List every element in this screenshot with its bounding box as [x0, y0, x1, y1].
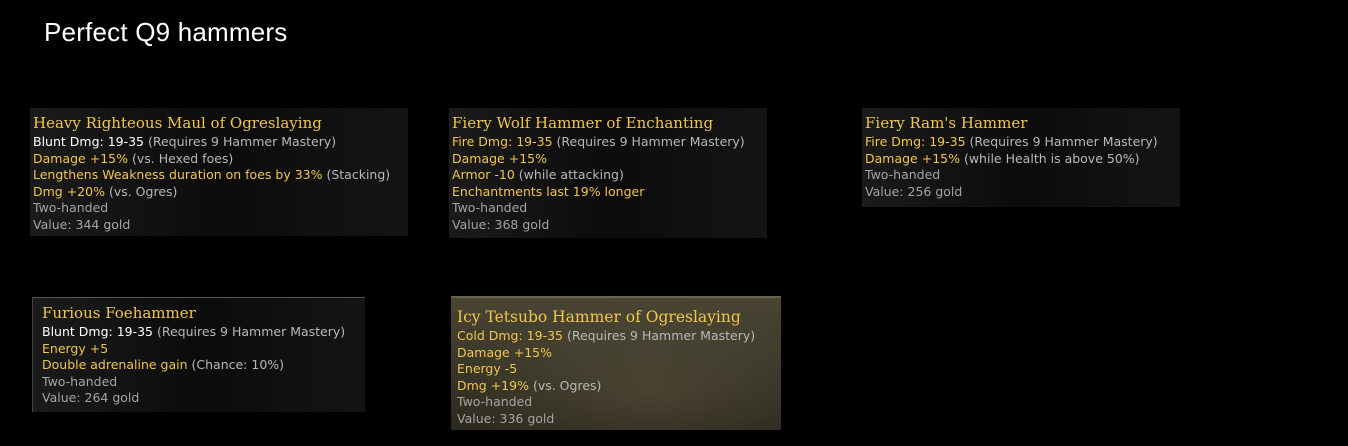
item-name: Heavy Righteous Maul of Ogreslaying	[33, 114, 322, 132]
item-tooltip-fiery-rams-hammer: Fiery Ram's Hammer Fire Dmg: 19-35 (Requ…	[862, 108, 1180, 207]
item-name: Fiery Ram's Hammer	[865, 114, 1028, 132]
handedness-line: Two-handed	[452, 200, 528, 216]
handedness-line: Two-handed	[865, 167, 941, 183]
item-tooltip-fiery-wolf-hammer: Fiery Wolf Hammer of Enchanting Fire Dmg…	[449, 108, 767, 238]
value-line: Value: 336 gold	[457, 410, 555, 426]
item-tooltip-heavy-righteous-maul: Heavy Righteous Maul of Ogreslaying Blun…	[30, 108, 408, 236]
stat-line: Damage +15% (vs. Hexed foes)	[33, 150, 234, 166]
stat-line: Enchantments last 19% longer	[452, 183, 645, 199]
value-line: Value: 368 gold	[452, 216, 550, 232]
handedness-line: Two-handed	[457, 394, 533, 410]
stat-line: Damage +15%	[452, 150, 547, 166]
item-tooltip-furious-foehammer: Furious Foehammer Blunt Dmg: 19-35 (Requ…	[32, 297, 365, 412]
stat-line: Fire Dmg: 19-35 (Requires 9 Hammer Maste…	[865, 134, 1158, 149]
value-line: Value: 344 gold	[33, 216, 131, 232]
stat-line: Dmg +20% (vs. Ogres)	[33, 183, 178, 199]
stat-line: Energy -5	[457, 361, 518, 377]
stat-line: Blunt Dmg: 19-35 (Requires 9 Hammer Mast…	[33, 134, 337, 149]
stat-line: Cold Dmg: 19-35 (Requires 9 Hammer Maste…	[457, 328, 756, 343]
handedness-line: Two-handed	[33, 200, 109, 216]
item-tooltip-icy-tetsubo-hammer: Icy Tetsubo Hammer of Ogreslaying Cold D…	[451, 296, 781, 430]
item-name: Furious Foehammer	[42, 304, 196, 322]
stat-line: Blunt Dmg: 19-35 (Requires 9 Hammer Mast…	[42, 324, 346, 339]
item-name: Icy Tetsubo Hammer of Ogreslaying	[457, 308, 741, 326]
stat-line: Lengthens Weakness duration on foes by 3…	[33, 167, 391, 183]
page-title: Perfect Q9 hammers	[44, 17, 288, 47]
item-name: Fiery Wolf Hammer of Enchanting	[452, 114, 714, 132]
stat-line: Double adrenaline gain (Chance: 10%)	[42, 357, 285, 373]
stat-line: Dmg +19% (vs. Ogres)	[457, 377, 602, 393]
stat-line: Damage +15% (while Health is above 50%)	[865, 150, 1140, 166]
value-line: Value: 256 gold	[865, 183, 963, 199]
stat-line: Energy +5	[42, 340, 109, 356]
stat-line: Damage +15%	[457, 344, 552, 360]
value-line: Value: 264 gold	[42, 390, 140, 406]
handedness-line: Two-handed	[42, 373, 118, 389]
stat-line: Fire Dmg: 19-35 (Requires 9 Hammer Maste…	[452, 134, 745, 149]
stat-line: Armor -10 (while attacking)	[452, 167, 624, 183]
